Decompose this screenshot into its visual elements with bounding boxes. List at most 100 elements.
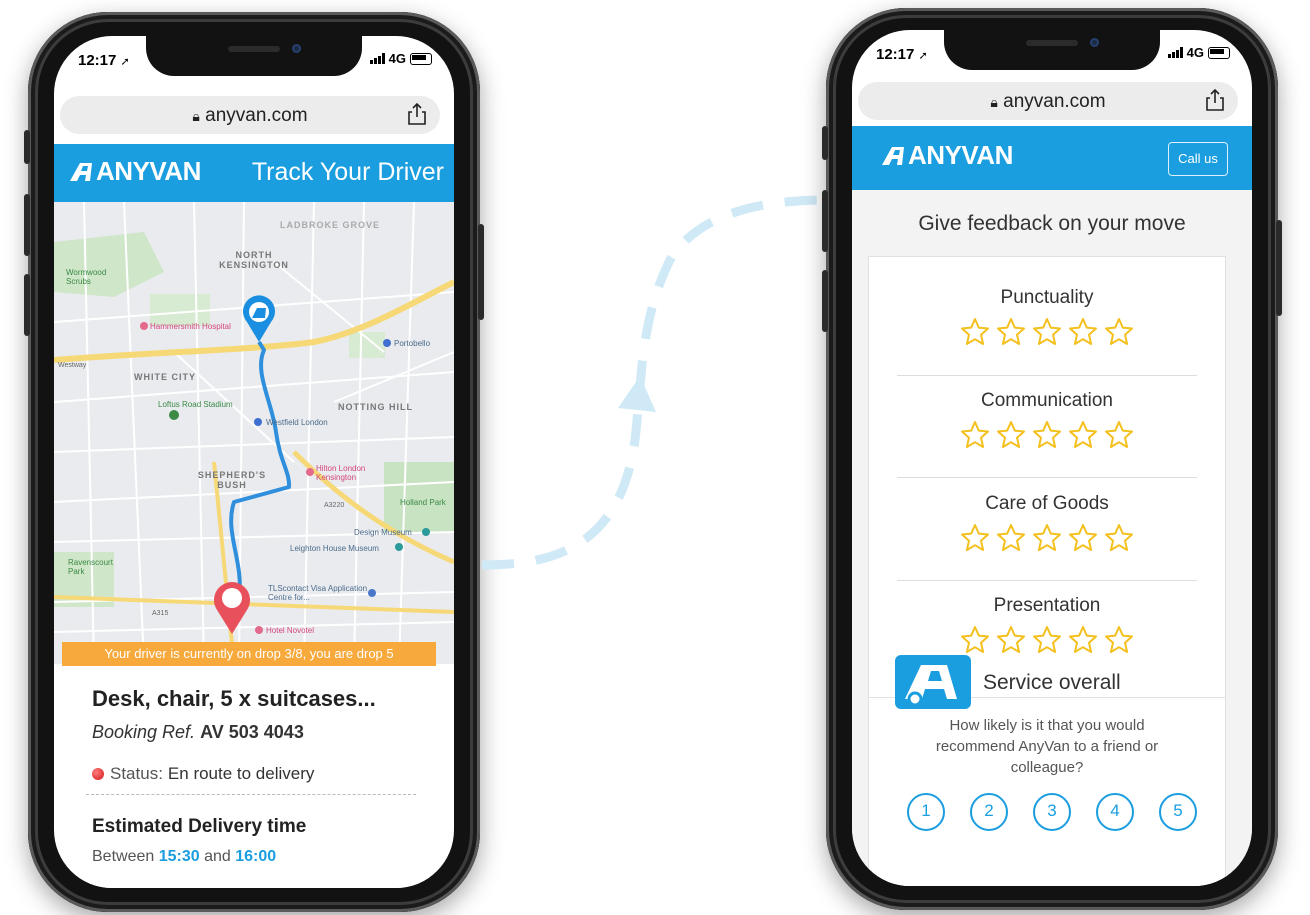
- eta-and-text: and: [204, 848, 231, 865]
- delivery-status: Status: En route to delivery: [92, 764, 314, 784]
- rating-punctuality: Punctuality: [899, 269, 1195, 371]
- rating-label: Communication: [981, 390, 1113, 411]
- map-place-label: Portobello: [394, 339, 431, 348]
- eta-from: 15:30: [158, 848, 200, 865]
- feedback-card: Punctuality Communication Care of Goods …: [868, 256, 1226, 886]
- anyvan-logo[interactable]: ANYVAN: [68, 156, 201, 187]
- star-icon[interactable]: [1104, 625, 1134, 655]
- anyvan-logo-icon: [882, 146, 904, 165]
- star-icon[interactable]: [996, 625, 1026, 655]
- star-rating[interactable]: [899, 625, 1195, 655]
- eta-to: 16:00: [235, 848, 277, 865]
- star-icon[interactable]: [1068, 523, 1098, 553]
- status-indicators: 4G: [369, 51, 432, 66]
- star-icon[interactable]: [1104, 317, 1134, 347]
- nps-option-2[interactable]: 2: [970, 793, 1008, 831]
- map-area-label: WHITE CITY: [134, 372, 196, 382]
- notch: [944, 30, 1160, 70]
- signal-icon: [369, 53, 385, 64]
- status-value: En route to delivery: [167, 764, 315, 783]
- map-place-label: TLScontact Visa Application Centre for..…: [268, 584, 368, 602]
- nps-option-4[interactable]: 4: [1096, 793, 1134, 831]
- signal-icon: [1167, 47, 1183, 58]
- network-label: 4G: [388, 51, 406, 66]
- map-place-label: Wormwood Scrubs: [66, 268, 107, 286]
- notch: [146, 36, 362, 76]
- star-icon[interactable]: [1032, 523, 1062, 553]
- star-icon[interactable]: [996, 420, 1026, 450]
- screen-left: 12:17 ➚ 4G 🔒︎ anyvan.com ANYVAN Track Yo…: [54, 36, 454, 888]
- share-icon[interactable]: [406, 102, 428, 126]
- location-arrow-icon: ➚: [120, 56, 130, 68]
- call-us-button[interactable]: Call us: [1168, 142, 1228, 176]
- star-icon[interactable]: [960, 317, 990, 347]
- rating-label: Presentation: [993, 595, 1101, 616]
- star-icon[interactable]: [960, 625, 990, 655]
- rating-label: Punctuality: [1000, 287, 1094, 308]
- star-icon[interactable]: [1032, 317, 1062, 347]
- page-title: Track Your Driver: [251, 158, 444, 186]
- map-road-label: Westway: [58, 362, 87, 369]
- volume-up-button: [822, 190, 828, 252]
- url-display[interactable]: 🔒︎ anyvan.com: [60, 105, 440, 127]
- star-icon[interactable]: [996, 317, 1026, 347]
- star-rating[interactable]: [899, 420, 1195, 450]
- phone-right: 12:17 ➚ 4G 🔒︎ anyvan.com ANYVAN Call us …: [822, 8, 1282, 910]
- rating-care-of-goods: Care of Goods: [899, 475, 1195, 577]
- star-rating[interactable]: [899, 317, 1195, 347]
- eta-between-text: Between: [92, 848, 155, 865]
- mute-switch: [24, 130, 30, 164]
- star-icon[interactable]: [1032, 625, 1062, 655]
- mute-switch: [822, 126, 828, 160]
- rating-label: Care of Goods: [985, 493, 1109, 514]
- status-time: 12:17 ➚: [78, 52, 130, 69]
- map-view[interactable]: LADBROKE GROVE NORTH KENSINGTON WHITE CI…: [54, 202, 454, 664]
- nps-option-5[interactable]: 5: [1159, 793, 1197, 831]
- star-icon[interactable]: [960, 523, 990, 553]
- map-area-label: NORTH KENSINGTON: [219, 250, 289, 270]
- map-place-label: Leighton House Museum: [290, 544, 379, 553]
- nps-option-3[interactable]: 3: [1033, 793, 1071, 831]
- star-icon[interactable]: [1104, 523, 1134, 553]
- anyvan-logo-icon: [70, 162, 92, 181]
- booking-reference: Booking Ref. AV 503 4043: [92, 722, 304, 743]
- eta-window: Between 15:30 and 16:00: [92, 848, 276, 866]
- url-bar[interactable]: 🔒︎ anyvan.com: [858, 82, 1238, 120]
- status-time: 12:17 ➚: [876, 46, 928, 63]
- url-bar[interactable]: 🔒︎ anyvan.com: [60, 96, 440, 134]
- star-icon[interactable]: [1068, 420, 1098, 450]
- volume-up-button: [24, 194, 30, 256]
- map-area-label: SHEPHERD'S BUSH: [197, 470, 267, 490]
- nps-options: 1 2 3 4 5: [907, 793, 1197, 831]
- map-place-label: Hotel Novotel: [266, 626, 315, 635]
- url-display[interactable]: 🔒︎ anyvan.com: [858, 91, 1238, 113]
- map-place-label: Westfield London: [266, 418, 328, 427]
- star-icon[interactable]: [1068, 625, 1098, 655]
- share-icon[interactable]: [1204, 88, 1226, 112]
- map-place-label: Loftus Road Stadium: [158, 400, 233, 409]
- volume-down-button: [822, 270, 828, 332]
- star-icon[interactable]: [1068, 317, 1098, 347]
- map-area-label: NOTTING HILL: [338, 402, 413, 412]
- status-indicators: 4G: [1167, 45, 1230, 60]
- url-text: anyvan.com: [1003, 91, 1106, 112]
- map-place-label: Hilton London Kensington: [316, 464, 366, 482]
- map-place-label: Hammersmith Hospital: [150, 322, 231, 331]
- star-icon[interactable]: [1104, 420, 1134, 450]
- lock-icon: 🔒︎: [990, 94, 998, 110]
- screen-right: 12:17 ➚ 4G 🔒︎ anyvan.com ANYVAN Call us …: [852, 30, 1252, 886]
- app-header: ANYVAN Call us: [852, 126, 1252, 190]
- flow-arrow: [481, 195, 826, 570]
- star-icon[interactable]: [1032, 420, 1062, 450]
- status-label: Status:: [110, 764, 163, 783]
- star-icon[interactable]: [996, 523, 1026, 553]
- item-title: Desk, chair, 5 x suitcases...: [92, 686, 376, 711]
- anyvan-logo[interactable]: ANYVAN: [880, 140, 1013, 171]
- star-rating[interactable]: [899, 523, 1195, 553]
- map-place-label: Holland Park: [400, 498, 446, 507]
- star-icon[interactable]: [960, 420, 990, 450]
- nps-option-1[interactable]: 1: [907, 793, 945, 831]
- rating-communication: Communication: [899, 372, 1195, 474]
- logo-text: ANYVAN: [908, 140, 1013, 170]
- phone-left: 12:17 ➚ 4G 🔒︎ anyvan.com ANYVAN Track Yo…: [24, 12, 484, 912]
